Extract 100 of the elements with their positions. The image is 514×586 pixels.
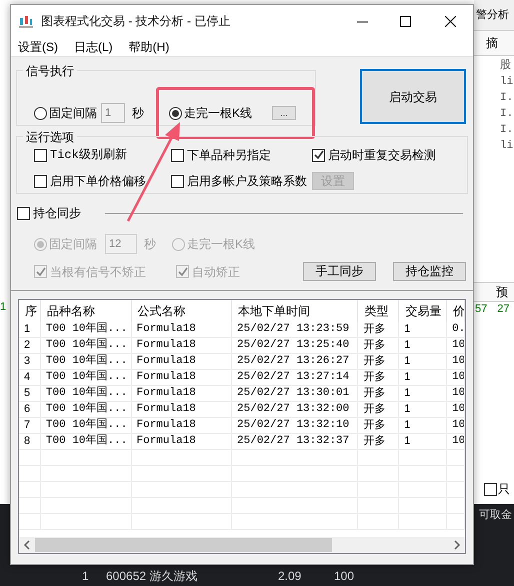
table-cell: 7 [19, 418, 41, 433]
table-cell-text: I. [500, 91, 514, 106]
table-cell-text: 600652 游久游戏 [106, 568, 198, 585]
column-header: 摘 [486, 35, 498, 52]
table-cell: 57 [475, 302, 488, 316]
table-cell: 6 [19, 402, 41, 417]
table-cell: 1 [399, 386, 448, 401]
balance-label: 可取金 [479, 508, 512, 523]
unit-label: 秒 [144, 236, 156, 253]
table-cell: 开多 [358, 402, 400, 417]
table-cell-text: li [500, 139, 514, 154]
table-cell: 开多 [358, 434, 400, 449]
checkbox-label: 启用下单价格偏移 [50, 173, 146, 190]
radio-button[interactable] [168, 106, 182, 120]
candlestick-icon [19, 14, 33, 28]
checkbox[interactable] [171, 148, 184, 162]
table-cell-text: 100 [334, 568, 354, 585]
row-index: 1 [0, 300, 8, 314]
table-cell: 开多 [358, 386, 400, 401]
table-cell: 1 [399, 418, 448, 433]
close-icon[interactable] [445, 16, 456, 26]
column-header[interactable]: 公式名称 [132, 300, 232, 322]
table-cell: 27 [497, 302, 510, 316]
table-cell: T00 10年国... [40, 338, 132, 353]
maximize-icon[interactable] [400, 16, 411, 26]
checkbox-label: 持仓同步 [33, 205, 81, 222]
start-trading-button[interactable]: 启动交易 [360, 69, 466, 124]
radio-label: 走完一根K线 [184, 105, 252, 122]
table-cell: 25/02/27 13:27:14 [232, 370, 358, 385]
table-cell: 8 [19, 434, 41, 449]
table-cell: 开多 [358, 418, 400, 433]
table-cell-text: 1 [82, 568, 90, 585]
window-title: 图表程式化交易 - 技术分析 - 已停止 [41, 13, 230, 30]
checkbox[interactable] [484, 482, 497, 496]
table-cell: 5 [19, 386, 41, 401]
table-cell: Formula18 [132, 322, 232, 337]
checkbox-label: Tick级别刷新 [50, 147, 127, 164]
more-button[interactable]: ... [272, 106, 296, 120]
interval-field[interactable]: 1 [101, 103, 125, 123]
table-cell: 25/02/27 13:30:01 [232, 386, 358, 401]
radio-label: 走完一根K线 [187, 236, 256, 253]
checkbox-label: 启动时重复交易检测 [328, 147, 436, 164]
table-cell: 开多 [358, 338, 400, 353]
table-cell: T00 10年国... [40, 402, 132, 417]
table-cell: 3 [19, 354, 41, 369]
column-header[interactable]: 本地下单时间 [232, 300, 358, 322]
table-cell: Formula18 [132, 338, 232, 353]
table-cell: Formula18 [132, 370, 232, 385]
table-cell: T00 10年国... [40, 434, 132, 449]
table-cell: 1 [19, 322, 41, 337]
column-header[interactable]: 序 [19, 300, 41, 322]
table-cell: 1 [399, 338, 448, 353]
table-cell: 开多 [358, 354, 400, 369]
checkbox-label: 启用多帐户及策略系数 [187, 173, 307, 190]
unit-label: 秒 [132, 105, 144, 122]
table-cell: T00 10年国... [40, 418, 132, 433]
table-cell: Formula18 [132, 402, 232, 417]
table-cell: Formula18 [132, 434, 232, 449]
table-cell: 4 [19, 370, 41, 385]
table-cell: 1 [399, 370, 448, 385]
table-cell: T00 10年国... [40, 322, 132, 337]
radio-button[interactable] [34, 106, 47, 120]
radio-label: 固定间隔 [49, 236, 97, 253]
checkbox[interactable] [34, 148, 47, 162]
table-cell: 25/02/27 13:26:27 [232, 354, 358, 369]
table-cell: 开多 [358, 370, 400, 385]
checkbox[interactable] [312, 148, 325, 162]
table-cell: 1 [399, 402, 448, 417]
table-cell: 0. [447, 322, 465, 337]
table-cell: 25/02/27 13:32:00 [232, 402, 358, 417]
table-cell-text: 股 [500, 58, 512, 74]
table-cell-text: li [500, 75, 514, 90]
table-cell: 开多 [358, 322, 400, 337]
table-cell: 25/02/27 13:32:10 [232, 418, 358, 433]
table-cell: T00 10年国... [40, 354, 132, 369]
table-cell: 1 [399, 434, 448, 449]
table-cell: 1 [399, 354, 448, 369]
table-cell: 2 [19, 338, 41, 353]
group-title: 信号执行 [23, 62, 77, 80]
column-header[interactable]: 交易量 [399, 300, 448, 322]
radio-label: 固定间隔 [49, 105, 97, 122]
table-cell: 25/02/27 13:32:37 [232, 434, 358, 449]
checkbox-label: 当根有信号不矫正 [50, 264, 146, 280]
table-cell: 25/02/27 13:25:40 [232, 338, 358, 353]
menu-item[interactable]: 帮助(H) [128, 38, 170, 56]
column-header[interactable]: 品种名称 [40, 300, 132, 322]
group-title: 运行选项 [23, 128, 77, 146]
checkbox[interactable] [171, 174, 184, 188]
checkbox-label: 只 [498, 481, 510, 498]
checkbox-label: 自动矫正 [192, 264, 240, 280]
table-cell: T00 10年国... [40, 370, 132, 385]
table-cell-text: I. [500, 107, 514, 122]
scrollbar-thumb[interactable] [35, 538, 332, 552]
column-header[interactable]: 类型 [358, 300, 400, 322]
table-cell: 25/02/27 13:23:59 [232, 322, 358, 337]
menu-item[interactable]: 设置(S) [18, 38, 58, 56]
checkbox[interactable] [34, 174, 47, 188]
menu-item[interactable]: 日志(L) [74, 38, 113, 56]
column-header: 预 [496, 284, 508, 301]
table-cell: Formula18 [132, 418, 232, 433]
